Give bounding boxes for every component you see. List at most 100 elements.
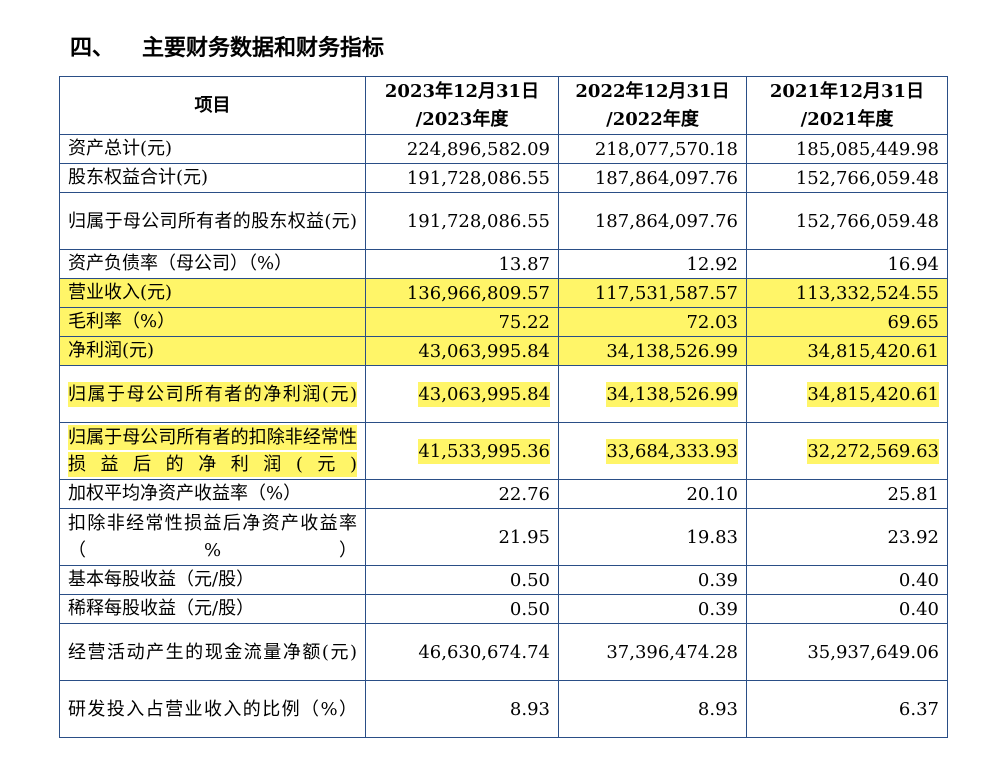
- value-2023: 43,063,995.84: [365, 365, 559, 423]
- value-2023: 75.22: [365, 307, 559, 337]
- value-2021: 6.37: [746, 680, 948, 738]
- row-label: 归属于母公司所有者的扣除非经常性损益后的净利润(元): [59, 422, 366, 480]
- value-2022: 0.39: [558, 594, 747, 624]
- value-2023: 46,630,674.74: [365, 623, 559, 681]
- row-label: 扣除非经常性损益后净资产收益率（%）: [59, 508, 366, 566]
- header-year-2022: 2022年12月31日 /2022年度: [558, 76, 747, 135]
- value-2021: 25.81: [746, 479, 948, 509]
- value-2021: 69.65: [746, 307, 948, 337]
- section-heading: 四、 主要财务数据和财务指标: [70, 30, 384, 62]
- value-2023: 43,063,995.84: [365, 336, 559, 366]
- header-2023-line1: 2023年12月31日: [384, 80, 540, 102]
- value-2021: 32,272,569.63: [746, 422, 948, 480]
- value-2021: 34,815,420.61: [746, 336, 948, 366]
- value-highlighted: 34,815,420.61: [807, 381, 939, 407]
- value-highlighted: 32,272,569.63: [807, 438, 939, 464]
- value-2022: 218,077,570.18: [558, 134, 747, 164]
- value-2022: 33,684,333.93: [558, 422, 747, 480]
- table-row: 稀释每股收益（元/股） 0.50 0.39 0.40: [59, 594, 948, 624]
- value-2021: 152,766,059.48: [746, 163, 948, 193]
- table-row-highlighted: 营业收入(元) 136,966,809.57 117,531,587.57 11…: [59, 278, 948, 308]
- value-2023: 0.50: [365, 565, 559, 595]
- table-row: 经营活动产生的现金流量净额(元) 46,630,674.74 37,396,47…: [59, 623, 948, 681]
- section-number: 四、: [70, 36, 115, 61]
- value-2023: 41,533,995.36: [365, 422, 559, 480]
- table-row: 归属于母公司所有者的股东权益(元) 191,728,086.55 187,864…: [59, 192, 948, 250]
- value-2022: 187,864,097.76: [558, 163, 747, 193]
- row-label: 营业收入(元): [59, 278, 366, 308]
- value-2021: 0.40: [746, 565, 948, 595]
- value-2021: 34,815,420.61: [746, 365, 948, 423]
- value-2023: 136,966,809.57: [365, 278, 559, 308]
- table-row: 加权平均净资产收益率（%） 22.76 20.10 25.81: [59, 479, 948, 509]
- section-title: 主要财务数据和财务指标: [142, 36, 385, 61]
- value-2022: 34,138,526.99: [558, 336, 747, 366]
- row-label: 资产总计(元): [59, 134, 366, 164]
- table-row: 归属于母公司所有者的净利润(元) 43,063,995.84 34,138,52…: [59, 365, 948, 423]
- row-label: 稀释每股收益（元/股）: [59, 594, 366, 624]
- row-label: 毛利率（%）: [59, 307, 366, 337]
- table-row-highlighted: 毛利率（%） 75.22 72.03 69.65: [59, 307, 948, 337]
- table-row: 扣除非经常性损益后净资产收益率（%） 21.95 19.83 23.92: [59, 508, 948, 566]
- value-2022: 8.93: [558, 680, 747, 738]
- row-label: 净利润(元): [59, 336, 366, 366]
- table-row: 股东权益合计(元) 191,728,086.55 187,864,097.76 …: [59, 163, 948, 193]
- table-header-row: 项目 2023年12月31日 /2023年度 2022年12月31日 /2022…: [59, 76, 948, 135]
- value-2023: 13.87: [365, 249, 559, 279]
- document-page: 四、 主要财务数据和财务指标 项目 2023年12月31日 /2023年度 202…: [0, 0, 1002, 770]
- value-2022: 20.10: [558, 479, 747, 509]
- value-2023: 21.95: [365, 508, 559, 566]
- header-2021-line1: 2021年12月31日: [769, 80, 925, 102]
- value-2023: 191,728,086.55: [365, 192, 559, 250]
- row-label-highlighted: 归属于母公司所有者的净利润(元): [68, 381, 357, 407]
- row-label: 基本每股收益（元/股）: [59, 565, 366, 595]
- table-row-highlighted: 净利润(元) 43,063,995.84 34,138,526.99 34,81…: [59, 336, 948, 366]
- value-2022: 187,864,097.76: [558, 192, 747, 250]
- value-2022: 12.92: [558, 249, 747, 279]
- value-2023: 22.76: [365, 479, 559, 509]
- value-2022: 72.03: [558, 307, 747, 337]
- value-2022: 37,396,474.28: [558, 623, 747, 681]
- value-highlighted: 43,063,995.84: [418, 381, 550, 407]
- row-label: 归属于母公司所有者的净利润(元): [59, 365, 366, 423]
- value-2021: 35,937,649.06: [746, 623, 948, 681]
- value-2021: 0.40: [746, 594, 948, 624]
- value-highlighted: 33,684,333.93: [606, 438, 738, 464]
- value-2022: 0.39: [558, 565, 747, 595]
- table-row: 归属于母公司所有者的扣除非经常性损益后的净利润(元) 41,533,995.36…: [59, 422, 948, 480]
- row-label: 经营活动产生的现金流量净额(元): [59, 623, 366, 681]
- header-year-2023: 2023年12月31日 /2023年度: [365, 76, 559, 135]
- financial-data-table: 项目 2023年12月31日 /2023年度 2022年12月31日 /2022…: [59, 76, 948, 738]
- value-2022: 34,138,526.99: [558, 365, 747, 423]
- row-label: 归属于母公司所有者的股东权益(元): [59, 192, 366, 250]
- value-2023: 224,896,582.09: [365, 134, 559, 164]
- value-2023: 0.50: [365, 594, 559, 624]
- row-label: 股东权益合计(元): [59, 163, 366, 193]
- value-2022: 19.83: [558, 508, 747, 566]
- header-2022-line2: /2022年度: [606, 108, 699, 130]
- header-item: 项目: [59, 76, 366, 135]
- row-label: 加权平均净资产收益率（%）: [59, 479, 366, 509]
- table-row: 资产负债率（母公司）（%） 13.87 12.92 16.94: [59, 249, 948, 279]
- value-2021: 113,332,524.55: [746, 278, 948, 308]
- table-row: 研发投入占营业收入的比例（%） 8.93 8.93 6.37: [59, 680, 948, 738]
- value-highlighted: 41,533,995.36: [418, 438, 550, 464]
- value-2023: 191,728,086.55: [365, 163, 559, 193]
- header-2023-line2: /2023年度: [415, 108, 509, 130]
- value-2023: 8.93: [365, 680, 559, 738]
- header-year-2021: 2021年12月31日 /2021年度: [746, 76, 948, 135]
- value-2021: 23.92: [746, 508, 948, 566]
- value-highlighted: 34,138,526.99: [606, 381, 738, 407]
- table-row: 资产总计(元) 224,896,582.09 218,077,570.18 18…: [59, 134, 948, 164]
- header-2021-line2: /2021年度: [800, 108, 894, 130]
- value-2022: 117,531,587.57: [558, 278, 747, 308]
- row-label: 研发投入占营业收入的比例（%）: [59, 680, 366, 738]
- row-label: 资产负债率（母公司）（%）: [59, 249, 366, 279]
- table-body: 资产总计(元) 224,896,582.09 218,077,570.18 18…: [59, 134, 948, 738]
- value-2021: 185,085,449.98: [746, 134, 948, 164]
- table-row: 基本每股收益（元/股） 0.50 0.39 0.40: [59, 565, 948, 595]
- value-2021: 16.94: [746, 249, 948, 279]
- header-2022-line1: 2022年12月31日: [575, 80, 730, 102]
- row-label-highlighted: 归属于母公司所有者的扣除非经常性损益后的净利润(元): [68, 425, 357, 477]
- value-2021: 152,766,059.48: [746, 192, 948, 250]
